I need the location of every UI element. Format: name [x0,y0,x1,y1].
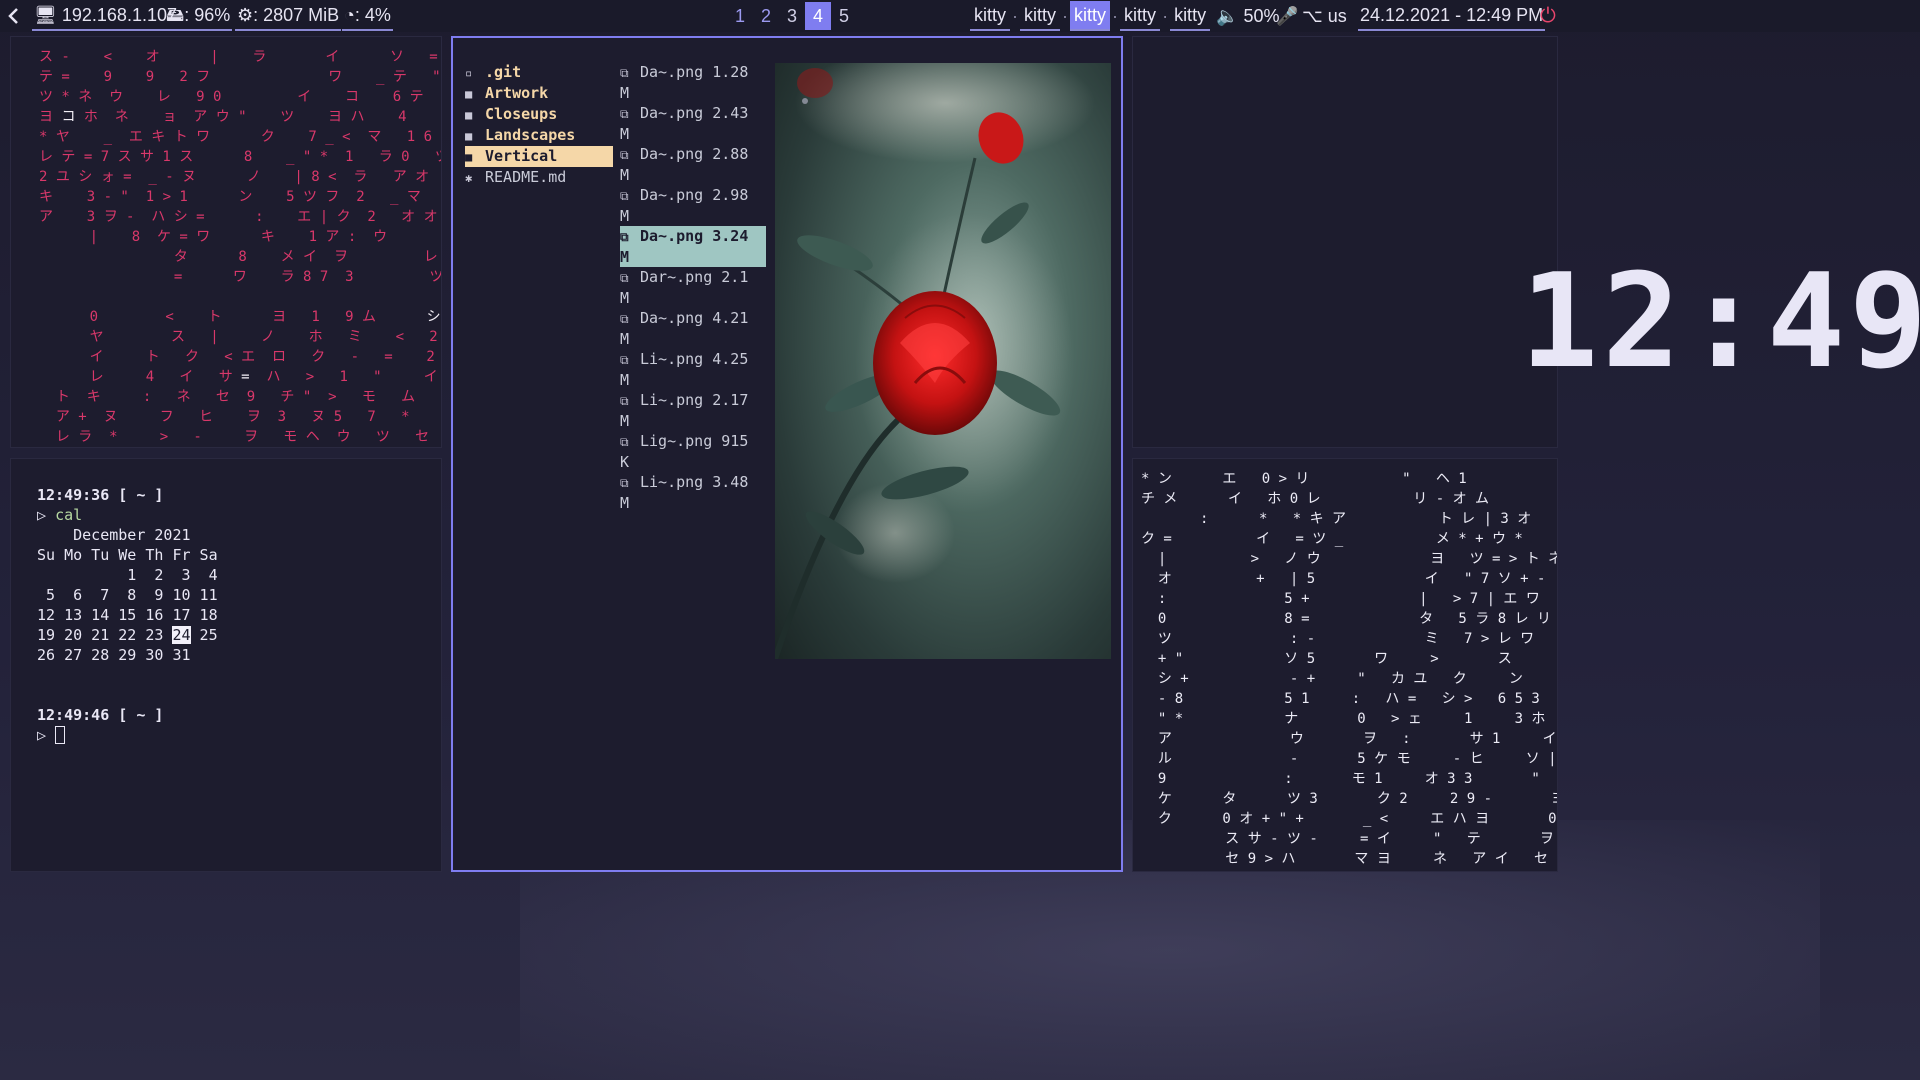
prompt-arrow-icon: ▷ [37,726,47,744]
memory-usage: : 2807 MiB [253,5,340,25]
prompt-line: 12:49:46 [ ~ ] [37,706,164,724]
prompt-line: 12:49:36 [ ~ ] [37,486,164,504]
dir-item-vertical[interactable]: ■ Vertical [465,146,613,167]
file-item[interactable]: ⧉ Li~.png 4.25 M [620,349,766,390]
disk-usage: : 96% [184,5,231,25]
image-file-icon: ⧉ [620,435,629,449]
file-item[interactable]: ⧉ Da~.png 2.98 M [620,185,766,226]
image-file-icon: ⧉ [620,476,629,490]
chevron-left-icon [8,8,18,24]
back-button[interactable] [6,0,22,32]
image-file-icon: ⧉ [620,394,629,408]
calendar-row: 1 2 3 4 [37,566,218,584]
folder-icon: ■ [465,108,473,122]
image-file-icon: ⧉ [620,107,629,121]
volume-level: 50% [1243,5,1280,26]
power-icon[interactable]: ⏻ [1540,0,1556,32]
keyboard-layout: us [1327,5,1347,26]
cpu-widget[interactable]: ◔: 4% [342,1,393,31]
file-item-readme[interactable]: ✱ README.md [465,167,613,188]
memory-icon: ⚙ [237,5,254,25]
disk-icon: 🖴 [166,5,185,25]
dir-item-git[interactable]: ▫ .git [465,62,613,83]
volume-widget[interactable]: 🔈 50% [1216,0,1279,32]
folder-icon: ■ [465,150,473,164]
command-text: cal [55,506,83,524]
image-file-icon: ⧉ [620,271,629,285]
tab-kitty-4[interactable]: kitty [1120,1,1161,31]
image-file-icon: ⧉ [620,353,629,367]
network-widget[interactable]: 🖥 192.168.1.107 [32,1,179,31]
image-file-icon: ⧉ [620,230,629,244]
desktop-icon: 🖥 [34,5,57,25]
matrix-window-top-left[interactable]: ス - < オ | ラ イ ソ = ロ サ テ = 9 9 2 フ ワ _ テ … [10,36,442,448]
calendar-header: Su Mo Tu We Th Fr Sa [37,546,218,564]
tab-kitty-5[interactable]: kitty [1170,1,1211,31]
file-item-selected[interactable]: ⧉ Da~.png 3.24 M [620,226,766,267]
prompt-arrow-icon: ▷ [37,506,47,524]
file-manager-window[interactable]: ▫ .git ■ Artwork ■ Closeups ■ Landscapes ■ Ve… [451,36,1123,872]
image-file-icon: ⧉ [620,312,629,326]
directory-list: ▫ .git ■ Artwork ■ Closeups ■ Landscapes ■ Ve… [465,62,613,188]
status-bar: 🖥 192.168.1.107 🖴: 96% ⚙: 2807 MiB ◔: 4%… [0,0,1920,32]
window-tabs: kitty · kitty · kitty · kitty · kitty [970,0,1211,32]
workspace-1[interactable]: 1 [727,2,753,30]
cpu-usage: : 4% [354,5,391,25]
image-file-icon: ⧉ [620,148,629,162]
microphone-icon[interactable]: 🎤 [1276,0,1298,32]
file-item[interactable]: ⧉ Da~.png 2.88 M [620,144,766,185]
disk-widget[interactable]: 🖴: 96% [164,1,233,31]
image-preview [775,63,1111,659]
matrix-rain: * ン エ 0 > リ " ヘ 1 8 チ メ イ ホ 0 レ リ - オ ム … [1141,471,1557,867]
workspace-2[interactable]: 2 [753,2,779,30]
dir-item-closeups[interactable]: ■ Closeups [465,104,613,125]
clock-window[interactable] [1132,36,1558,448]
folder-icon: ■ [465,129,473,143]
git-folder-icon: ▫ [465,66,473,80]
calendar-row: 19 20 21 22 23 [37,626,173,644]
folder-icon: ■ [465,87,473,101]
image-file-icon: ⧉ [620,189,629,203]
readme-icon: ✱ [465,171,473,185]
calendar-today: 24 [172,626,191,644]
workspace-list: 1 2 3 4 5 [727,0,857,32]
calendar-row: 26 27 28 29 30 31 [37,646,191,664]
file-list: ⧉ Da~.png 1.28 M ⧉ Da~.png 2.43 M ⧉ Da~.png… [620,62,766,513]
terminal-window[interactable]: 12:49:36 [ ~ ] ▷ cal December 2021 Su Mo… [10,458,442,872]
matrix-rain: ス - < オ | ラ イ ソ = ロ サ テ = 9 9 2 フ ワ _ テ … [39,49,441,285]
calendar-row: 12 13 14 15 16 17 18 [37,606,218,624]
terminal-output: 12:49:36 [ ~ ] ▷ cal December 2021 Su Mo… [37,485,218,745]
matrix-rain-lower: 0 < ト ヨ 1 9 ム シ 2 ヤ ス | ノ ホ ミ < 2 イ ト ク … [39,309,441,445]
dir-item-landscapes[interactable]: ■ Landscapes [465,125,613,146]
calendar-row: 5 6 7 8 9 10 11 [37,586,218,604]
datetime[interactable]: 24.12.2021 - 12:49 PM [1358,1,1546,31]
speaker-icon: 🔈 [1216,5,1239,26]
memory-widget[interactable]: ⚙: 2807 MiB [235,1,342,31]
workspace-5[interactable]: 5 [831,2,857,30]
file-item[interactable]: ⧉ Da~.png 2.43 M [620,103,766,144]
tab-kitty-1[interactable]: kitty [970,1,1011,31]
calendar-title: December 2021 [73,526,191,544]
file-item[interactable]: ⧉ Da~.png 1.28 M [620,62,766,103]
tab-kitty-3[interactable]: kitty [1070,1,1111,31]
file-item[interactable]: ⧉ Li~.png 2.17 M [620,390,766,431]
file-item[interactable]: ⧉ Da~.png 4.21 M [620,308,766,349]
file-item[interactable]: ⧉ Li~.png 3.48 M [620,472,766,513]
speedometer-icon: ◔ [344,5,355,25]
text-cursor[interactable] [55,726,66,744]
ip-address: 192.168.1.107 [61,5,177,25]
clock-display: 12:49 [1520,245,1920,397]
matrix-window-bottom-right[interactable]: * ン エ 0 > リ " ヘ 1 8 チ メ イ ホ 0 レ リ - オ ム … [1132,458,1558,872]
workspace-4[interactable]: 4 [805,2,831,30]
workspace-3[interactable]: 3 [779,2,805,30]
file-item[interactable]: ⧉ Dar~.png 2.1 M [620,267,766,308]
tab-kitty-2[interactable]: kitty [1020,1,1061,31]
file-item[interactable]: ⧉ Lig~.png 915 K [620,431,766,472]
calendar-row-tail: 25 [190,626,218,644]
option-key-icon: ⌥ [1302,5,1323,26]
dir-item-artwork[interactable]: ■ Artwork [465,83,613,104]
keyboard-widget[interactable]: ⌥ us [1302,0,1347,32]
image-file-icon: ⧉ [620,66,629,80]
